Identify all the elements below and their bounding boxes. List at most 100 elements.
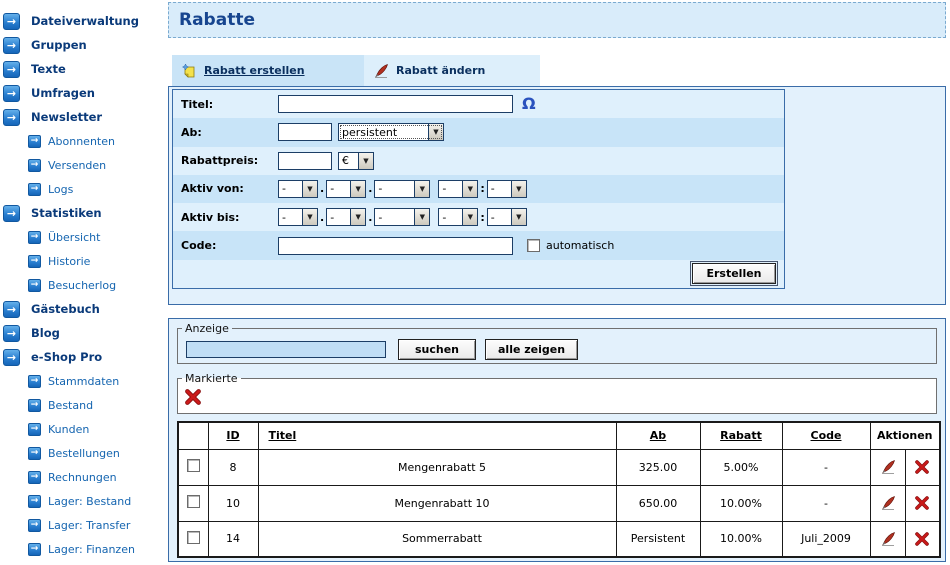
markierte-legend: Markierte bbox=[182, 372, 241, 385]
column-header-aktionen: Aktionen bbox=[870, 422, 940, 449]
sidebar-item-stammdaten[interactable]: → Stammdaten bbox=[0, 372, 166, 390]
aktiv-bis-minute-select[interactable]: - ▼ bbox=[487, 208, 527, 226]
select-value: - bbox=[488, 182, 511, 195]
sidebar-item-historie[interactable]: → Historie bbox=[0, 252, 166, 270]
arrow-icon: → bbox=[3, 205, 20, 222]
aktiv-bis-month-select[interactable]: - ▼ bbox=[326, 208, 366, 226]
sidebar-item-lager-bestand[interactable]: → Lager: Bestand bbox=[0, 492, 166, 510]
sidebar-item-uebersicht[interactable]: → Übersicht bbox=[0, 228, 166, 246]
sidebar-item-versenden[interactable]: → Versenden bbox=[0, 156, 166, 174]
ab-type-select[interactable]: persistent ▼ bbox=[338, 123, 444, 141]
sidebar-item-lager-finanzen[interactable]: → Lager: Finanzen bbox=[0, 540, 166, 558]
sidebar-item-newsletter[interactable]: → Newsletter bbox=[0, 108, 166, 126]
sort-id-link[interactable]: ID bbox=[226, 429, 239, 442]
sidebar-item-blog[interactable]: → Blog bbox=[0, 324, 166, 342]
cell-titel: Mengenrabatt 10 bbox=[258, 485, 616, 521]
chevron-down-icon: ▼ bbox=[302, 181, 317, 197]
sort-titel-link[interactable]: Titel bbox=[269, 429, 297, 442]
sidebar-item-label: Newsletter bbox=[31, 110, 102, 124]
arrow-icon: → bbox=[28, 255, 41, 268]
discount-list-panel: Anzeige suchen alle zeigen Markierte ID … bbox=[168, 318, 946, 562]
sort-ab-link[interactable]: Ab bbox=[650, 429, 666, 442]
arrow-icon: → bbox=[28, 543, 41, 556]
aktiv-von-hour-select[interactable]: - ▼ bbox=[438, 180, 478, 198]
cell-id: 10 bbox=[208, 485, 258, 521]
rabattpreis-input[interactable] bbox=[278, 152, 332, 170]
sidebar-item-gaestebuch[interactable]: → Gästebuch bbox=[0, 300, 166, 318]
form-row-code: Code: automatisch bbox=[173, 231, 784, 259]
select-value: - bbox=[439, 182, 462, 195]
edit-pencil-icon[interactable] bbox=[880, 531, 896, 547]
delete-x-icon[interactable] bbox=[914, 531, 930, 547]
sort-rabatt-link[interactable]: Rabatt bbox=[720, 429, 762, 442]
chevron-down-icon: ▼ bbox=[414, 209, 429, 225]
row-checkbox[interactable] bbox=[187, 531, 200, 544]
chevron-down-icon: ▼ bbox=[350, 209, 365, 225]
sidebar-item-eshop-pro[interactable]: → e-Shop Pro bbox=[0, 348, 166, 366]
tab-rabatt-aendern[interactable]: Rabatt ändern bbox=[364, 55, 540, 86]
erstellen-button[interactable]: Erstellen bbox=[692, 263, 776, 284]
edit-pencil-icon[interactable] bbox=[880, 459, 896, 475]
cell-code: - bbox=[782, 449, 870, 485]
sidebar-item-bestellungen[interactable]: → Bestellungen bbox=[0, 444, 166, 462]
delete-x-icon[interactable] bbox=[914, 459, 930, 475]
ab-input[interactable] bbox=[278, 123, 332, 141]
aktiv-von-year-select[interactable]: - ▼ bbox=[374, 180, 430, 198]
sidebar-item-label: Besucherlog bbox=[48, 279, 116, 292]
delete-selected-icon[interactable] bbox=[184, 388, 202, 406]
row-checkbox[interactable] bbox=[187, 459, 200, 472]
select-value: - bbox=[375, 182, 414, 195]
sidebar-item-umfragen[interactable]: → Umfragen bbox=[0, 84, 166, 102]
currency-select[interactable]: € ▼ bbox=[338, 152, 374, 170]
ab-label: Ab: bbox=[173, 126, 278, 139]
edit-pencil-icon[interactable] bbox=[880, 495, 896, 511]
select-value: € bbox=[339, 154, 358, 167]
suchen-button[interactable]: suchen bbox=[398, 339, 476, 360]
sidebar-item-besucherlog[interactable]: → Besucherlog bbox=[0, 276, 166, 294]
sidebar-item-texte[interactable]: → Texte bbox=[0, 60, 166, 78]
form-row-titel: Titel: Ω bbox=[173, 90, 784, 118]
row-select-cell bbox=[178, 521, 208, 557]
arrow-icon: → bbox=[3, 109, 20, 126]
arrow-icon: → bbox=[28, 399, 41, 412]
form-row-rabattpreis: Rabattpreis: € ▼ bbox=[173, 147, 784, 175]
special-characters-icon[interactable]: Ω bbox=[522, 96, 536, 112]
arrow-icon: → bbox=[28, 447, 41, 460]
cell-delete bbox=[905, 521, 940, 557]
sidebar-item-statistiken[interactable]: → Statistiken bbox=[0, 204, 166, 222]
sidebar-item-dateiverwaltung[interactable]: → Dateiverwaltung bbox=[0, 12, 166, 30]
sidebar-item-label: Stammdaten bbox=[48, 375, 119, 388]
aktiv-von-day-select[interactable]: - ▼ bbox=[278, 180, 318, 198]
delete-x-icon[interactable] bbox=[914, 495, 930, 511]
aktiv-bis-day-select[interactable]: - ▼ bbox=[278, 208, 318, 226]
sidebar-item-kunden[interactable]: → Kunden bbox=[0, 420, 166, 438]
sidebar-item-label: Blog bbox=[31, 326, 60, 340]
sidebar-item-logs[interactable]: → Logs bbox=[0, 180, 166, 198]
code-input[interactable] bbox=[278, 237, 513, 255]
row-checkbox[interactable] bbox=[187, 495, 200, 508]
select-value: - bbox=[375, 211, 414, 224]
sidebar-item-lager-transfer[interactable]: → Lager: Transfer bbox=[0, 516, 166, 534]
sidebar-item-abonnenten[interactable]: → Abonnenten bbox=[0, 132, 166, 150]
sidebar-item-rechnungen[interactable]: → Rechnungen bbox=[0, 468, 166, 486]
aktiv-von-month-select[interactable]: - ▼ bbox=[326, 180, 366, 198]
automatisch-checkbox[interactable] bbox=[527, 239, 540, 252]
anzeige-legend: Anzeige bbox=[182, 322, 232, 335]
arrow-icon: → bbox=[28, 183, 41, 196]
tab-rabatt-erstellen[interactable]: Rabatt erstellen bbox=[172, 55, 364, 86]
alle-zeigen-button[interactable]: alle zeigen bbox=[485, 339, 578, 360]
date-separator: . bbox=[320, 182, 324, 195]
arrow-icon: → bbox=[28, 471, 41, 484]
aktiv-bis-hour-select[interactable]: - ▼ bbox=[438, 208, 478, 226]
arrow-icon: → bbox=[3, 61, 20, 78]
arrow-icon: → bbox=[28, 423, 41, 436]
anzeige-search-input[interactable] bbox=[186, 341, 386, 358]
aktiv-bis-year-select[interactable]: - ▼ bbox=[374, 208, 430, 226]
sidebar-item-label: e-Shop Pro bbox=[31, 350, 102, 364]
sort-code-link[interactable]: Code bbox=[811, 429, 842, 442]
titel-input[interactable] bbox=[278, 95, 513, 113]
select-value: - bbox=[327, 182, 350, 195]
sidebar-item-bestand[interactable]: → Bestand bbox=[0, 396, 166, 414]
sidebar-item-gruppen[interactable]: → Gruppen bbox=[0, 36, 166, 54]
aktiv-von-minute-select[interactable]: - ▼ bbox=[487, 180, 527, 198]
